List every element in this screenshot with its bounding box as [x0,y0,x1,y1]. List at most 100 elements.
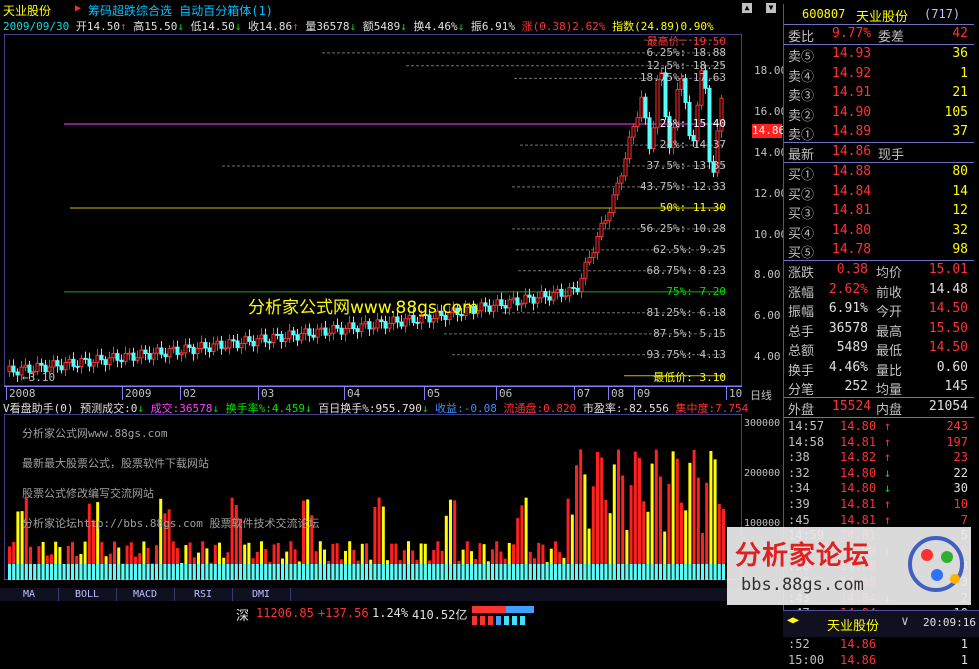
candle-body [559,288,564,297]
candle-body [703,70,708,89]
candle-body [83,357,88,360]
candle-body [619,175,624,184]
volume-bar-base [54,564,58,580]
volume-bar-base [457,564,461,580]
stat-value: 15.50 [928,320,968,336]
volume-bar-base [549,564,553,580]
candle-body [135,357,140,361]
volume-axis-label: 300000 [744,418,781,429]
indicator-button-boll[interactable]: BOLL [58,588,117,601]
candle-body [683,77,688,103]
candle-body [191,346,196,355]
candle-body [591,252,596,259]
volume-bar-base [642,564,646,580]
scroll-up-icon[interactable]: ▲ [742,3,752,13]
candle-body [179,352,184,355]
tick-price: 14.82 [840,450,877,465]
volume-bar-base [449,564,452,580]
ask-label: 卖③ [788,89,815,104]
candle-body [351,322,356,330]
indicator-button-macd[interactable]: MACD [116,588,175,601]
candle-body [51,360,56,368]
candle-body [583,261,588,279]
volume-bar-base [453,564,457,580]
formula-title[interactable]: 筹码超跌综合选 自动百分箱体(1) [88,2,273,19]
candle-body [15,371,20,376]
stat-row: 换手 4.46% 量比 0.60 [784,359,974,379]
tick-direction-icon: ↑ [884,450,892,465]
volume-bar-base [440,564,444,580]
candle-body [131,352,136,361]
volume-bar-base [583,564,587,580]
candle-body [719,97,724,132]
candle-body [603,220,608,224]
volume-bar [638,458,641,580]
volume-bar-base [323,564,326,580]
candle-body [119,359,124,363]
ask-price: 14.92 [832,65,872,81]
period-label[interactable]: 日线 [750,387,772,403]
indicator-button-rsi[interactable]: RSI [174,588,233,601]
candle-body [23,364,28,368]
volume-bar-base [176,564,179,580]
volume-bar-base [50,564,53,580]
tick-row: :32 14.80 ↓ 22 [784,466,974,482]
tick-volume: 243 [946,419,968,433]
stat-label: 总手 [788,324,815,340]
scroll-down-icon[interactable]: ▼ [766,3,776,13]
info-date: 2009/09/30 [3,20,70,33]
quote-header: 600807 天业股份 (717) [784,4,974,25]
volume-bar-base [180,564,184,580]
panel-tab-stock[interactable]: 天业股份 [827,615,879,634]
tick-time: 14:57 [788,419,825,433]
candle-body [651,127,656,149]
indicator-button-dmi[interactable]: DMI [232,588,291,601]
candle-body [231,339,236,342]
weibi-row: 委比 9.77% 委差 42 [784,25,974,45]
candle-body [431,317,436,323]
stock-name-tab[interactable]: 天业股份 [3,2,51,19]
stat-value: 14.48 [928,281,968,297]
volume-bar-base [251,564,255,580]
candle-body [71,358,76,367]
candle-body [159,347,164,355]
stat-row: 振幅 6.91% 今开 14.50 [784,300,974,320]
candle-body [331,324,336,334]
bid-label: 买③ [788,207,815,222]
date-axis-label: 05 [424,387,440,400]
volume-bar-base [100,564,104,580]
volume-bar-base [545,564,549,580]
current-price-tag: 14.86 [752,124,786,138]
volume-bar [692,449,696,580]
stat-label: 总额 [788,344,815,359]
panel-tab-more[interactable]: ∨ [901,614,909,629]
candle-body [147,353,152,360]
indicator-button-ma[interactable]: MA [0,588,59,601]
volume-bar-base [587,564,591,580]
kline-chart[interactable] [4,34,742,386]
inner-label: 内盘 [876,403,903,418]
date-axis-label: 08 [608,387,624,400]
stat-value: 252 [844,379,868,394]
index-change: +137.56 [318,606,369,620]
tick-volume: 22 [953,465,968,480]
volume-bar-base [356,564,360,580]
volume-bar-base [213,564,217,580]
tab-arrow-icon[interactable]: ◀▶ [787,615,799,626]
volume-bar-base [66,564,70,580]
menu-arrow-icon[interactable]: ▶ [75,3,81,14]
volume-bar [688,462,692,580]
candle-body [59,365,64,371]
volume-bar-base [675,564,679,580]
volume-bar-base [243,564,247,580]
candle-body [139,349,144,359]
volume-bar-base [373,564,377,580]
tick-time: :52 [788,637,810,652]
info-volume: 量36578 [305,20,350,33]
volume-bar-base [680,564,683,580]
candle-body [247,336,252,342]
stat-row: 总额 5489 最低 14.50 [784,339,974,359]
volume-bar-base [293,564,297,580]
volume-bar-base [226,564,230,580]
volume-chart[interactable] [4,414,742,580]
